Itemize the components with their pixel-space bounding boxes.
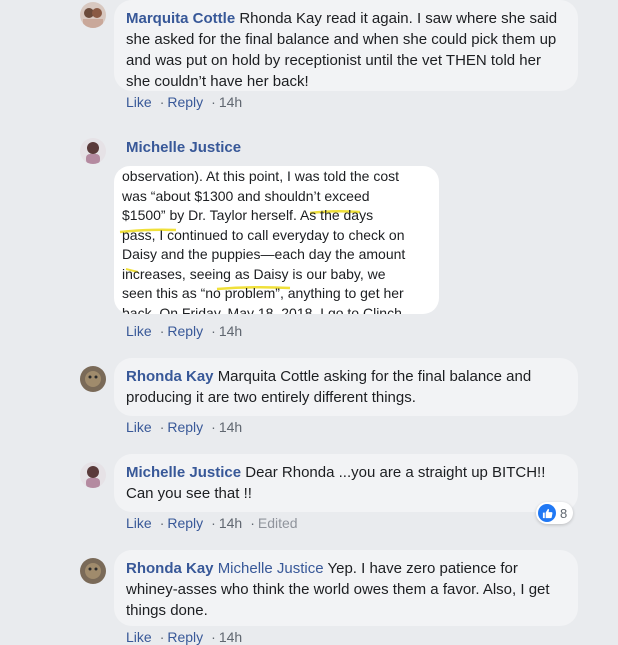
separator-dot: ·: [159, 323, 165, 339]
avatar[interactable]: [80, 138, 106, 164]
like-link[interactable]: Like: [126, 515, 152, 531]
separator-dot: ·: [211, 323, 216, 339]
attachment-line: was “about $1300 and shouldn’t exceed: [122, 187, 370, 204]
reply-link[interactable]: Reply: [167, 629, 203, 645]
attachment-line: observation). At this point, I was told …: [122, 168, 400, 184]
like-link[interactable]: Like: [126, 629, 152, 645]
comment-actions: Like · Reply · 14h: [126, 419, 247, 435]
timestamp[interactable]: 14h: [219, 515, 242, 531]
profile-photo-icon: [80, 462, 106, 488]
separator-dot: ·: [159, 629, 165, 645]
comment-actions: Like · Reply · 14h · Edited: [126, 515, 303, 531]
attachment-line: back. On Friday, May 18, 2018, I go to C…: [122, 304, 402, 315]
separator-dot: ·: [211, 515, 216, 531]
like-link[interactable]: Like: [126, 94, 152, 110]
like-reaction-icon: [538, 504, 556, 522]
attachment-line: $1500” by Dr. Taylor herself. As the day…: [122, 207, 374, 223]
reply-link[interactable]: Reply: [167, 419, 203, 435]
profile-photo-icon: [80, 366, 106, 392]
like-link[interactable]: Like: [126, 419, 152, 435]
separator-dot: ·: [159, 419, 165, 435]
comment-bubble: Rhonda Kay Michelle Justice Yep. I have …: [114, 550, 578, 626]
attached-screenshot[interactable]: observation). At this point, I was told …: [114, 166, 439, 314]
reply-link[interactable]: Reply: [167, 323, 203, 339]
like-link[interactable]: Like: [126, 323, 152, 339]
avatar[interactable]: [80, 462, 106, 488]
profile-photo-icon: [80, 558, 106, 584]
separator-dot: ·: [211, 94, 216, 110]
comment-actions: Like · Reply · 14h: [126, 94, 247, 110]
attachment-line: Daisy and the puppies—each day the amoun…: [122, 246, 406, 262]
reaction-number: 8: [560, 505, 568, 521]
timestamp[interactable]: 14h: [219, 419, 242, 435]
profile-photo-icon: [80, 138, 106, 164]
timestamp[interactable]: 14h: [219, 629, 242, 645]
reaction-count[interactable]: 8: [536, 502, 574, 524]
timestamp[interactable]: 14h: [219, 94, 242, 110]
separator-dot: ·: [211, 419, 216, 435]
comment-bubble: Marquita Cottle Rhonda Kay read it again…: [114, 0, 578, 91]
comment-actions: Like · Reply · 14h: [126, 323, 247, 339]
avatar[interactable]: [80, 2, 106, 28]
attachment-line: seen this as “no problem”, anything to g…: [122, 285, 404, 301]
separator-dot: ·: [211, 629, 216, 645]
comment-author[interactable]: Rhonda Kay: [126, 368, 214, 385]
separator-dot: ·: [159, 94, 165, 110]
comment-bubble: Michelle Justice Dear Rhonda ...you are …: [114, 454, 578, 512]
profile-photo-icon: [80, 2, 106, 28]
timestamp[interactable]: 14h: [219, 323, 242, 339]
comment-author[interactable]: Michelle Justice: [126, 464, 241, 481]
comment-author[interactable]: Marquita Cottle: [126, 10, 235, 27]
reply-link[interactable]: Reply: [167, 94, 203, 110]
comment-bubble: Rhonda Kay Marquita Cottle asking for th…: [114, 358, 578, 416]
edited-label[interactable]: Edited: [258, 515, 298, 531]
avatar[interactable]: [80, 558, 106, 584]
comment-author[interactable]: Michelle Justice: [126, 139, 241, 156]
comment-actions: Like · Reply · 14h: [126, 629, 247, 645]
avatar[interactable]: [80, 366, 106, 392]
mention-link[interactable]: Michelle Justice: [218, 560, 324, 577]
comment-author[interactable]: Rhonda Kay: [126, 560, 214, 577]
separator-dot: ·: [159, 515, 165, 531]
attachment-line: increases, seeing as Daisy is our baby, …: [122, 265, 386, 282]
separator-dot: ·: [250, 515, 255, 531]
reply-link[interactable]: Reply: [167, 515, 203, 531]
attachment-line: pass, I continued to call everyday to ch…: [122, 226, 405, 243]
